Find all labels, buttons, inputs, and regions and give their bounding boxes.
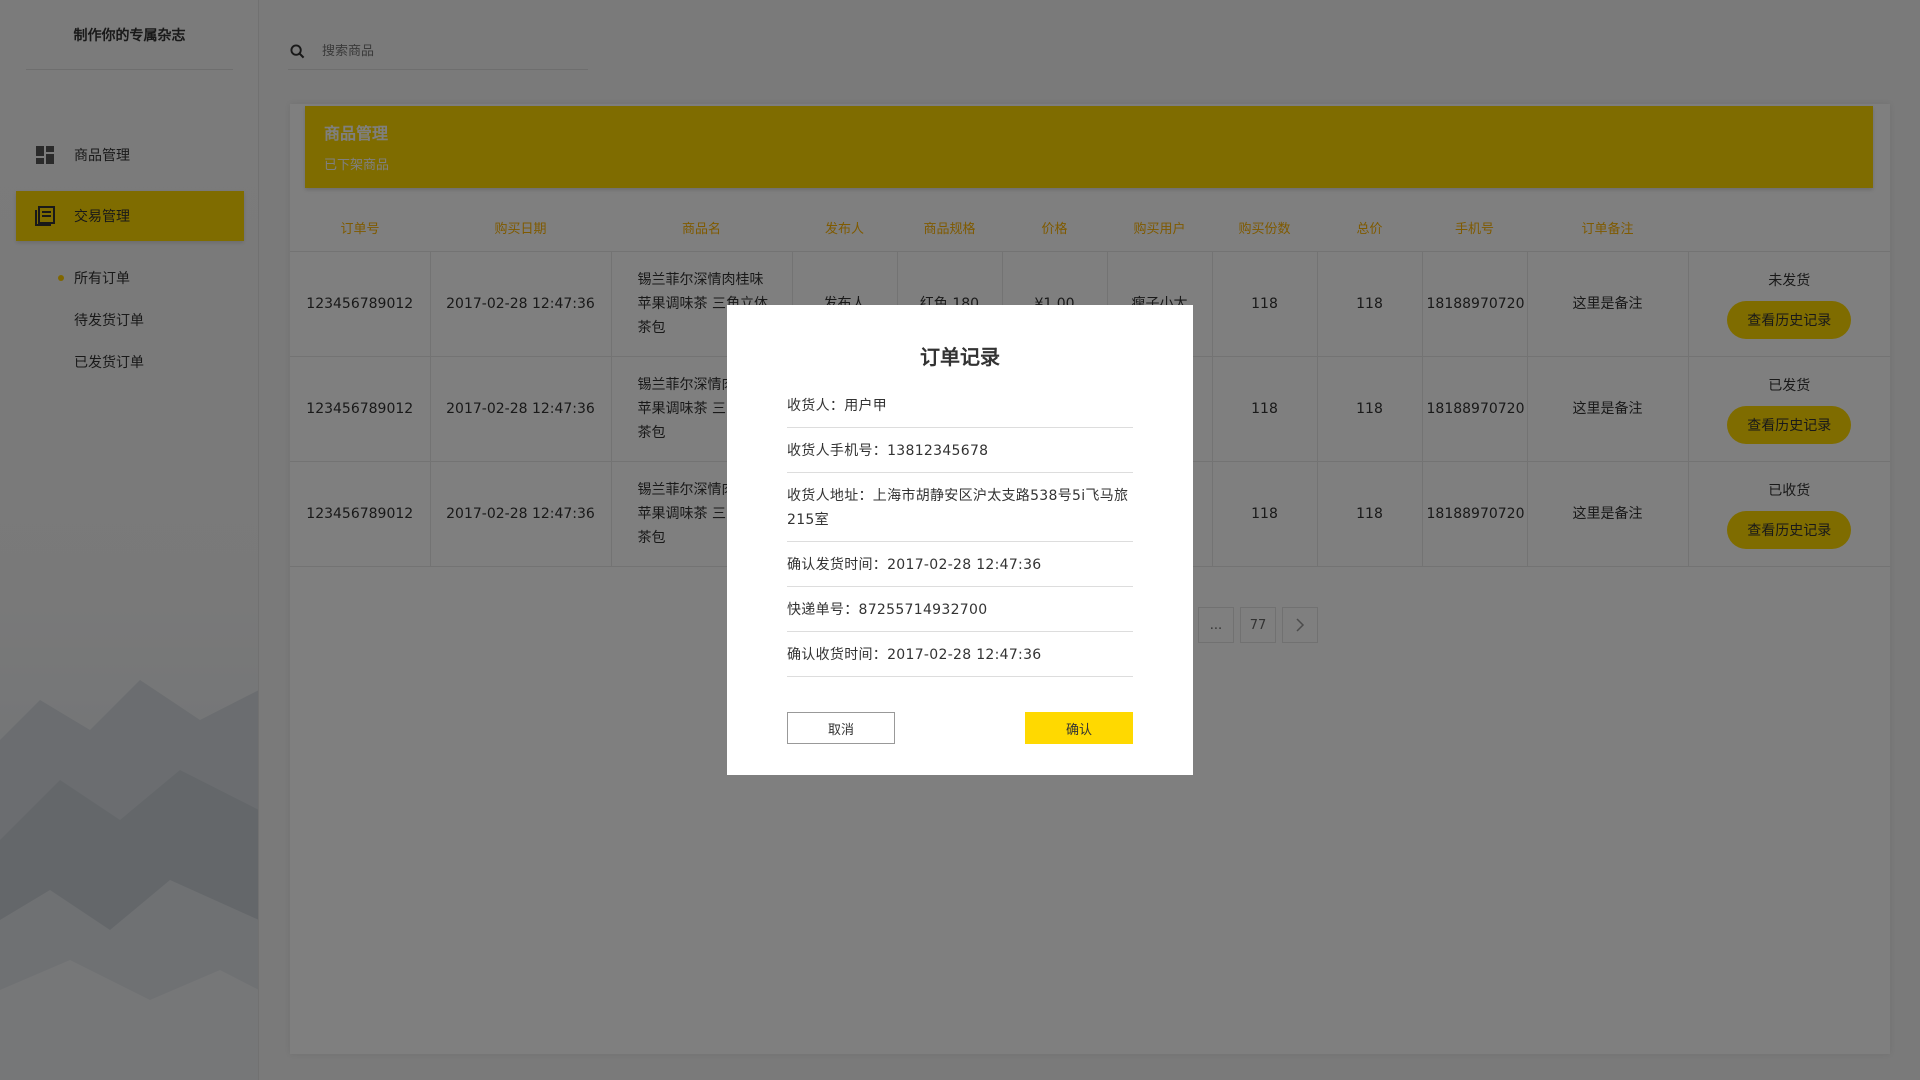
receipt-confirm-time: 确认收货时间：2017-02-28 12:47:36 (787, 632, 1133, 677)
modal-title: 订单记录 (920, 345, 1000, 369)
modal-info-list: 收货人：用户甲 收货人手机号：13812345678 收货人地址：上海市胡静安区… (787, 383, 1133, 677)
confirm-button[interactable]: 确认 (1025, 712, 1133, 744)
cancel-button[interactable]: 取消 (787, 712, 895, 744)
receiver-address: 收货人地址：上海市胡静安区沪太支路538号5i飞马旅215室 (787, 473, 1133, 542)
tracking-number: 快递单号：87255714932700 (787, 587, 1133, 632)
order-record-modal: 订单记录 收货人：用户甲 收货人手机号：13812345678 收货人地址：上海… (727, 305, 1193, 775)
ship-confirm-time: 确认发货时间：2017-02-28 12:47:36 (787, 542, 1133, 587)
receiver-name: 收货人：用户甲 (787, 383, 1133, 428)
receiver-phone: 收货人手机号：13812345678 (787, 428, 1133, 473)
